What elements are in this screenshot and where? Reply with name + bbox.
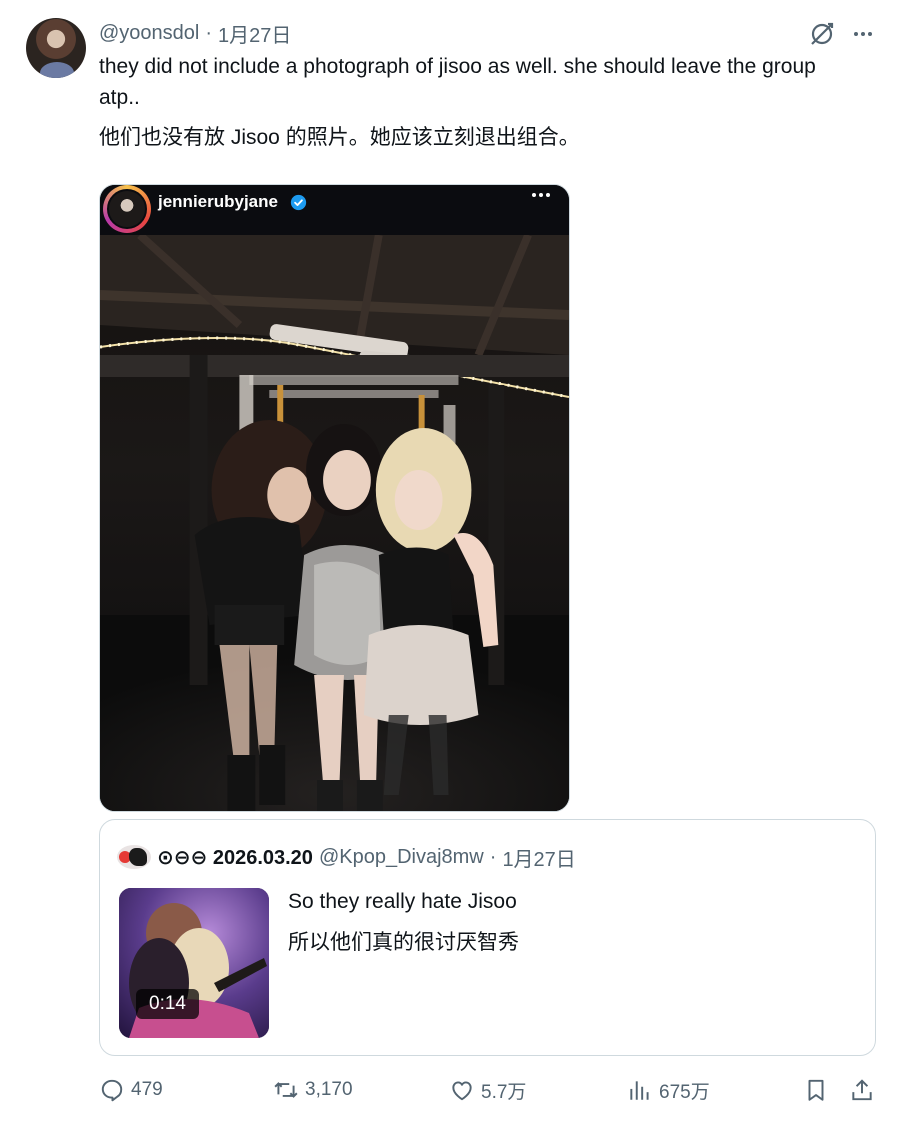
share-button[interactable] xyxy=(849,1070,875,1110)
quoted-text-en: So they really hate Jisoo xyxy=(288,890,517,913)
heart-icon xyxy=(452,1081,472,1101)
like-button[interactable]: 5.7万 xyxy=(449,1070,526,1110)
verified-badge-icon xyxy=(290,194,307,211)
tweet-media-image[interactable]: jennierubyjane xyxy=(99,184,570,812)
reply-count: 479 xyxy=(131,1079,163,1100)
quoted-tweet-header: ⊙⊖⊖ 2026.03.20 @Kpop_Divaj8mw · 1月27日 xyxy=(117,843,576,872)
tweet-header: @yoonsdol · 1月27日 xyxy=(99,19,291,48)
tweet-date[interactable]: 1月27日 xyxy=(218,19,291,48)
views-bar-chart-icon xyxy=(630,1081,649,1100)
quoted-tweet[interactable]: ⊙⊖⊖ 2026.03.20 @Kpop_Divaj8mw · 1月27日 0:… xyxy=(99,819,876,1056)
tweet-text-zh: 他们也没有放 Jisoo 的照片。她应该立刻退出组合。 xyxy=(99,126,580,149)
tweet: @yoonsdol · 1月27日 they did not include a… xyxy=(0,0,909,1122)
retweet-button[interactable]: 3,170 xyxy=(273,1070,353,1110)
quoted-handle[interactable]: @Kpop_Divaj8mw xyxy=(319,846,484,869)
views-button[interactable]: 675万 xyxy=(627,1070,710,1110)
video-duration: 0:14 xyxy=(136,989,199,1019)
avatar[interactable] xyxy=(26,18,86,78)
quoted-avatar[interactable] xyxy=(117,845,151,869)
instagram-avatar xyxy=(103,185,151,233)
bookmark-button[interactable] xyxy=(803,1070,829,1110)
instagram-header: jennierubyjane xyxy=(100,185,569,235)
quoted-date[interactable]: 1月27日 xyxy=(502,843,575,872)
retweet-count: 3,170 xyxy=(305,1079,353,1100)
retweet-icon xyxy=(274,1082,298,1098)
header-separator: · xyxy=(205,21,213,44)
group-photo xyxy=(100,235,569,811)
more-options-icon[interactable] xyxy=(850,22,876,46)
instagram-username: jennierubyjane xyxy=(158,192,278,211)
user-handle[interactable]: @yoonsdol xyxy=(99,22,199,45)
reply-button[interactable]: 479 xyxy=(99,1070,163,1110)
quoted-separator: · xyxy=(489,845,497,868)
views-count: 675万 xyxy=(659,1081,710,1103)
grok-icon[interactable] xyxy=(808,20,836,48)
quoted-text-zh: 所以他们真的很讨厌智秀 xyxy=(288,931,519,954)
tweet-actions: 479 3,170 5.7万 675万 xyxy=(99,1070,879,1110)
instagram-more-icon xyxy=(532,193,550,197)
like-count: 5.7万 xyxy=(481,1081,527,1103)
share-icon xyxy=(852,1079,872,1101)
bookmark-icon xyxy=(808,1079,824,1101)
reply-icon xyxy=(101,1079,123,1102)
quoted-video-thumbnail[interactable]: 0:14 xyxy=(119,888,269,1038)
tweet-text-en: they did not include a photograph of jis… xyxy=(99,55,816,109)
quoted-display-name[interactable]: ⊙⊖⊖ 2026.03.20 xyxy=(157,845,313,870)
